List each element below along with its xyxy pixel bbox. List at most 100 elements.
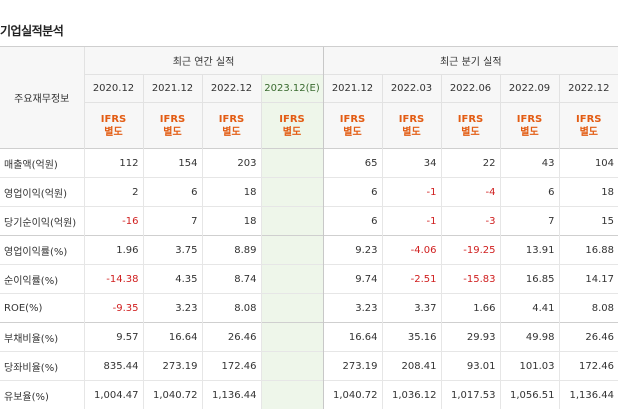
period-header: 2021.12 (143, 75, 202, 103)
table-cell: 8.08 (559, 294, 618, 323)
period-header: 2022.06 (441, 75, 500, 103)
row-label: 당좌비율(%) (0, 352, 84, 381)
period-header: 2023.12(E) (261, 75, 323, 103)
table-row: 매출액(억원)112154203 65342243104 (0, 149, 618, 178)
table-cell: -4 (441, 178, 500, 207)
table-cell: -1 (382, 178, 441, 207)
table-cell: 3.75 (143, 236, 202, 265)
table-cell: 43 (500, 149, 559, 178)
table-cell: 49.98 (500, 323, 559, 352)
table-cell: 16.64 (143, 323, 202, 352)
basis-header: IFRS별도 (143, 103, 202, 149)
basis-ifrs: IFRS (442, 113, 500, 126)
table-cell: 29.93 (441, 323, 500, 352)
table-cell: -16 (84, 207, 143, 236)
basis-header: IFRS별도 (202, 103, 261, 149)
table-cell: 3.23 (143, 294, 202, 323)
row-label: 매출액(억원) (0, 149, 84, 178)
period-header: 2020.12 (84, 75, 143, 103)
basis-separate: 별도 (203, 126, 261, 139)
table-cell: 273.19 (323, 352, 382, 381)
row-label: 영업이익률(%) (0, 236, 84, 265)
table-row: 당기순이익(억원)-167186-1-3715 (0, 207, 618, 236)
table-row: 당좌비율(%)835.44273.19172.46273.19208.4193.… (0, 352, 618, 381)
table-cell: 2 (84, 178, 143, 207)
table-cell (261, 352, 323, 381)
period-header: 2021.12 (323, 75, 382, 103)
basis-header: IFRS별도 (323, 103, 382, 149)
table-cell: 16.88 (559, 236, 618, 265)
table-cell: 172.46 (202, 352, 261, 381)
period-header: 2022.12 (559, 75, 618, 103)
table-row: 부채비율(%)9.5716.6426.4616.6435.1629.9349.9… (0, 323, 618, 352)
table-cell: 26.46 (559, 323, 618, 352)
table-cell: 1,040.72 (323, 381, 382, 409)
table-cell: -14.38 (84, 265, 143, 294)
basis-separate: 별도 (262, 126, 323, 139)
table-cell: 18 (202, 178, 261, 207)
table-cell: 101.03 (500, 352, 559, 381)
group-annual-header: 최근 연간 실적 (84, 47, 323, 75)
table-cell: 1,040.72 (143, 381, 202, 409)
table-cell: -15.83 (441, 265, 500, 294)
table-cell: 1,004.47 (84, 381, 143, 409)
basis-separate: 별도 (560, 126, 618, 139)
basis-header: IFRS별도 (382, 103, 441, 149)
table-cell: -4.06 (382, 236, 441, 265)
table-cell: -1 (382, 207, 441, 236)
table-cell: 34 (382, 149, 441, 178)
table-cell: 16.85 (500, 265, 559, 294)
table-cell: 154 (143, 149, 202, 178)
row-label: ROE(%) (0, 294, 84, 323)
table-cell: 3.23 (323, 294, 382, 323)
table-cell (261, 178, 323, 207)
table-cell: 22 (441, 149, 500, 178)
table-cell: 104 (559, 149, 618, 178)
table-row: ROE(%)-9.353.238.083.233.371.664.418.08 (0, 294, 618, 323)
table-cell: 35.16 (382, 323, 441, 352)
table-cell: 8.74 (202, 265, 261, 294)
row-label: 부채비율(%) (0, 323, 84, 352)
table-cell: 6 (323, 178, 382, 207)
basis-header: IFRS별도 (261, 103, 323, 149)
table-cell: 1.66 (441, 294, 500, 323)
table-cell (261, 323, 323, 352)
table-cell: 65 (323, 149, 382, 178)
table-cell: 9.57 (84, 323, 143, 352)
group-quarterly-header: 최근 분기 실적 (323, 47, 618, 75)
section-title: 기업실적분석 (0, 22, 63, 39)
row-header-label: 주요재무정보 (0, 47, 84, 149)
period-header: 2022.12 (202, 75, 261, 103)
table-cell: 835.44 (84, 352, 143, 381)
table-cell: 16.64 (323, 323, 382, 352)
basis-separate: 별도 (501, 126, 559, 139)
basis-ifrs: IFRS (560, 113, 618, 126)
basis-separate: 별도 (324, 126, 382, 139)
basis-header: IFRS별도 (84, 103, 143, 149)
basis-separate: 별도 (144, 126, 202, 139)
row-label: 순이익률(%) (0, 265, 84, 294)
table-cell: 3.37 (382, 294, 441, 323)
table-cell: 4.41 (500, 294, 559, 323)
basis-separate: 별도 (442, 126, 500, 139)
basis-header: IFRS별도 (441, 103, 500, 149)
table-cell: 93.01 (441, 352, 500, 381)
basis-ifrs: IFRS (144, 113, 202, 126)
table-cell: 8.89 (202, 236, 261, 265)
table-cell: 18 (202, 207, 261, 236)
basis-header: IFRS별도 (500, 103, 559, 149)
period-header: 2022.09 (500, 75, 559, 103)
table-cell: 172.46 (559, 352, 618, 381)
basis-separate: 별도 (85, 126, 143, 139)
table-cell: 112 (84, 149, 143, 178)
table-row: 영업이익률(%)1.963.758.899.23-4.06-19.2513.91… (0, 236, 618, 265)
table-cell: 7 (500, 207, 559, 236)
table-cell (261, 381, 323, 409)
basis-header: IFRS별도 (559, 103, 618, 149)
table-cell: 9.74 (323, 265, 382, 294)
table-row: 순이익률(%)-14.384.358.749.74-2.51-15.8316.8… (0, 265, 618, 294)
table-cell: 15 (559, 207, 618, 236)
table-cell: 1,056.51 (500, 381, 559, 409)
table-cell: 208.41 (382, 352, 441, 381)
table-cell: 203 (202, 149, 261, 178)
